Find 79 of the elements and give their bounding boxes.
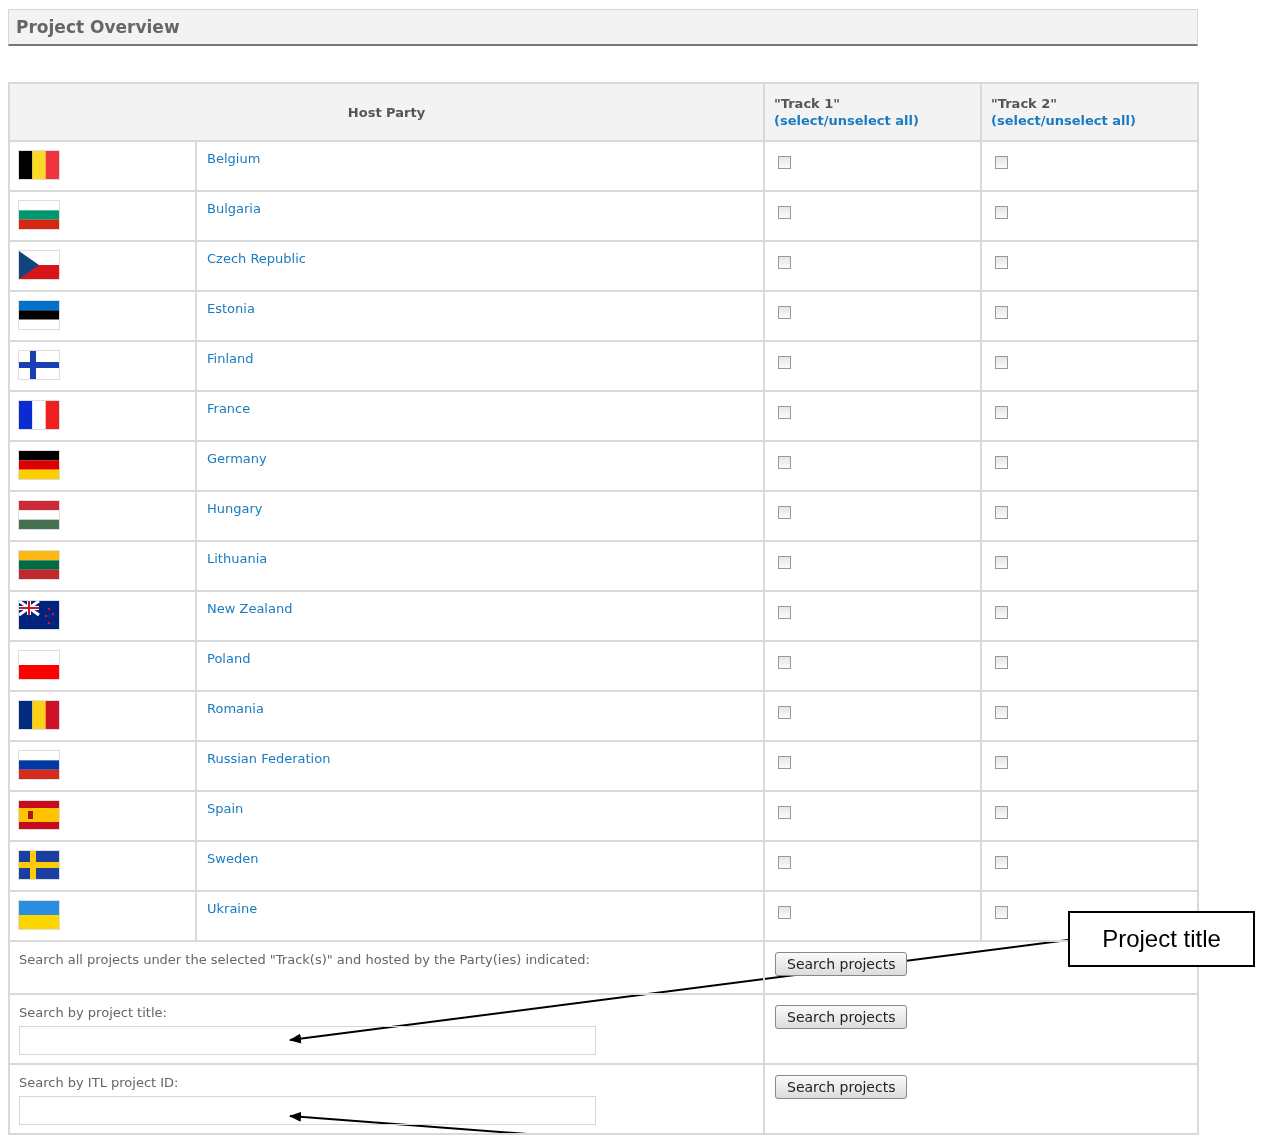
column-title: "Track 1"	[774, 96, 841, 111]
search-label: Search by project title:	[19, 1005, 168, 1020]
party-link[interactable]: France	[207, 401, 251, 416]
party-link[interactable]: Lithuania	[207, 551, 268, 566]
track-checkbox[interactable]	[995, 356, 1008, 369]
track-checkbox[interactable]	[778, 306, 791, 319]
column-header: Host Party	[9, 83, 764, 141]
party-link[interactable]: Belgium	[207, 151, 261, 166]
track-checkbox[interactable]	[995, 156, 1008, 169]
flag-icon	[19, 451, 59, 479]
flag-icon	[19, 851, 59, 879]
party-link[interactable]: Spain	[207, 801, 244, 816]
party-link[interactable]: Bulgaria	[207, 201, 261, 216]
flag-icon	[19, 501, 59, 529]
party-link[interactable]: Czech Republic	[207, 251, 306, 266]
callout-label: Project title	[1068, 911, 1255, 967]
track-checkbox[interactable]	[778, 206, 791, 219]
track-checkbox[interactable]	[778, 806, 791, 819]
party-link[interactable]: New Zealand	[207, 601, 293, 616]
party-link[interactable]: Sweden	[207, 851, 259, 866]
flag-icon	[19, 601, 59, 629]
track-checkbox[interactable]	[778, 856, 791, 869]
track-checkbox[interactable]	[995, 806, 1008, 819]
track-checkbox[interactable]	[995, 606, 1008, 619]
party-link[interactable]: Germany	[207, 451, 267, 466]
flag-icon	[19, 251, 59, 279]
track-checkbox[interactable]	[778, 506, 791, 519]
track-checkbox[interactable]	[995, 556, 1008, 569]
track-checkbox[interactable]	[995, 456, 1008, 469]
select-all-link[interactable]: (select/unselect all)	[991, 113, 1136, 128]
flag-icon	[19, 351, 59, 379]
track-checkbox[interactable]	[995, 406, 1008, 419]
track-checkbox[interactable]	[778, 156, 791, 169]
search-button[interactable]: Search projects	[775, 1005, 908, 1029]
track-checkbox[interactable]	[778, 256, 791, 269]
track-checkbox[interactable]	[778, 556, 791, 569]
flag-icon	[19, 701, 59, 729]
party-link[interactable]: Estonia	[207, 301, 255, 316]
track-checkbox[interactable]	[995, 206, 1008, 219]
track-checkbox[interactable]	[778, 356, 791, 369]
party-link[interactable]: Romania	[207, 701, 264, 716]
flag-icon	[19, 151, 59, 179]
party-link[interactable]: Finland	[207, 351, 254, 366]
search-button[interactable]: Search projects	[775, 952, 908, 976]
flag-icon	[19, 801, 59, 829]
track-checkbox[interactable]	[778, 906, 791, 919]
flag-icon	[19, 901, 59, 929]
flag-icon	[19, 651, 59, 679]
search-button[interactable]: Search projects	[775, 1075, 908, 1099]
track-checkbox[interactable]	[778, 656, 791, 669]
track-checkbox[interactable]	[995, 756, 1008, 769]
track-checkbox[interactable]	[995, 306, 1008, 319]
track-checkbox[interactable]	[995, 706, 1008, 719]
search-field[interactable]	[19, 1096, 596, 1125]
party-link[interactable]: Poland	[207, 651, 251, 666]
track-checkbox[interactable]	[778, 706, 791, 719]
select-all-link[interactable]: (select/unselect all)	[774, 113, 919, 128]
track-checkbox[interactable]	[778, 606, 791, 619]
search-label: Search by ITL project ID:	[19, 1075, 180, 1090]
search-field[interactable]	[19, 1026, 596, 1055]
search-label: Search all projects under the selected "Track(s)" and hosted by the Party(ies) indicated:	[19, 952, 591, 967]
flag-icon	[19, 401, 59, 429]
column-title: "Track 2"	[991, 96, 1058, 111]
track-checkbox[interactable]	[778, 456, 791, 469]
track-checkbox[interactable]	[995, 656, 1008, 669]
track-checkbox[interactable]	[995, 506, 1008, 519]
party-link[interactable]: Russian Federation	[207, 751, 331, 766]
flag-icon	[19, 301, 59, 329]
flag-icon	[19, 201, 59, 229]
track-checkbox[interactable]	[778, 406, 791, 419]
track-checkbox[interactable]	[995, 906, 1008, 919]
party-link[interactable]: Ukraine	[207, 901, 258, 916]
party-link[interactable]: Hungary	[207, 501, 263, 516]
track-checkbox[interactable]	[995, 256, 1008, 269]
track-checkbox[interactable]	[995, 856, 1008, 869]
flag-icon	[19, 551, 59, 579]
panel-title: Project Overview	[16, 17, 180, 37]
track-checkbox[interactable]	[778, 756, 791, 769]
flag-icon	[19, 751, 59, 779]
